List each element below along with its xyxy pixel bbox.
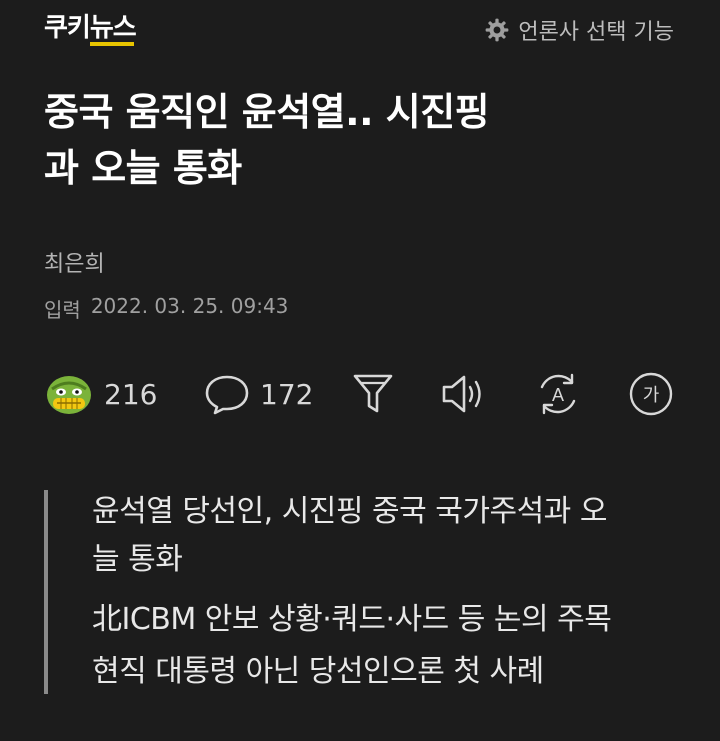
translate-icon: A xyxy=(534,371,582,417)
date-value: 2022. 03. 25. 09:43 xyxy=(90,294,289,318)
author-name[interactable]: 최은희 xyxy=(44,246,105,278)
reaction-face-icon xyxy=(44,371,94,417)
translate-letter: A xyxy=(552,385,564,405)
summary-line-4: 현직 대통령 아닌 당선인으론 첫 사례 xyxy=(92,654,544,689)
font-size-icon: 가 xyxy=(628,371,674,417)
top-bar: 쿠키 뉴스 언론사 선택 기능 xyxy=(0,0,720,58)
article-title-line-2: 과 오늘 통화 xyxy=(44,146,242,190)
logo-accent-text: 뉴스 xyxy=(89,7,137,46)
logo-main-text: 쿠키 xyxy=(44,13,91,43)
speech-bubble-icon xyxy=(204,372,250,416)
summary-line-3: 北ICBM 안보 상황·쿼드·사드 등 논의 주목 xyxy=(92,602,612,637)
font-size-letter: 가 xyxy=(643,385,660,406)
article-summary: 윤석열 당선인, 시진핑 중국 국가주석과 오 늘 통화 北ICBM 안보 상황… xyxy=(44,490,688,694)
reaction-count: 216 xyxy=(104,377,158,411)
press-logo[interactable]: 쿠키 뉴스 xyxy=(44,7,137,46)
listen-button[interactable] xyxy=(440,368,488,420)
reaction-button[interactable]: 216 xyxy=(44,368,157,420)
gear-icon xyxy=(484,17,510,43)
translate-button[interactable]: A xyxy=(534,368,582,420)
comment-count: 172 xyxy=(260,377,314,411)
summary-line-2: 늘 통화 xyxy=(92,542,183,577)
font-size-button[interactable]: 가 xyxy=(628,368,674,420)
article-title: 중국 움직인 윤석열.. 시진핑 과 오늘 통화 xyxy=(44,84,684,196)
summary-line-1: 윤석열 당선인, 시진핑 중국 국가주석과 오 xyxy=(92,494,607,529)
comment-button[interactable]: 172 xyxy=(204,368,313,420)
press-select-label: 언론사 선택 기능 xyxy=(518,20,674,45)
summary-button[interactable] xyxy=(352,368,394,420)
dateline: 입력 2022. 03. 25. 09:43 xyxy=(44,294,288,323)
date-label: 입력 xyxy=(44,298,81,322)
article-title-line-1: 중국 움직인 윤석열.. 시진핑 xyxy=(44,90,490,134)
action-bar: 216 172 A 가 xyxy=(44,368,676,420)
press-select-button[interactable]: 언론사 선택 기능 xyxy=(484,14,674,46)
speaker-icon xyxy=(440,372,488,416)
funnel-icon xyxy=(352,371,394,417)
